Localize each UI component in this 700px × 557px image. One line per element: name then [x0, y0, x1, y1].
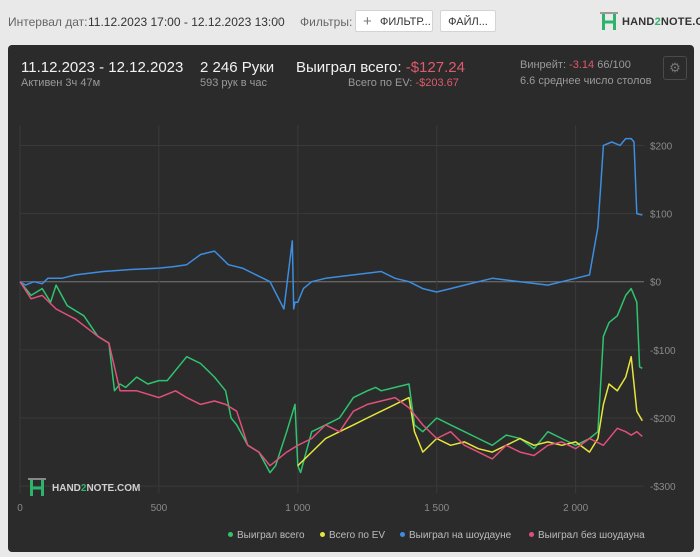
filter-button-label: ФИЛЬТР...	[380, 16, 431, 28]
brand-name: HAND2NOTE.COM	[622, 16, 700, 28]
y-tick-label: -$300	[650, 482, 676, 493]
legend-dot	[529, 532, 534, 537]
legend-label: Выиграл на шоудауне	[409, 530, 512, 541]
top-bar: Интервал дат: 11.12.2023 17:00 - 12.12.2…	[0, 0, 700, 42]
y-tick-label: -$200	[650, 414, 676, 425]
x-tick-label: 0	[17, 503, 23, 514]
legend-item-ev[interactable]: Всего по EV	[320, 530, 385, 541]
legend-label: Выиграл без шоудауна	[538, 530, 645, 541]
legend-label: Выиграл всего	[237, 530, 305, 541]
watermark-text: HAND2NOTE.COM	[52, 483, 141, 494]
legend-item-won[interactable]: Выиграл всего	[228, 530, 305, 541]
series-showdown-line	[19, 137, 643, 310]
legend-label: Всего по EV	[329, 530, 386, 541]
file-button-label: ФАЙЛ...	[448, 16, 488, 28]
brand-logo-icon	[600, 12, 618, 30]
plus-icon: +	[363, 13, 372, 30]
chevron-down-icon[interactable]: ▼	[274, 16, 283, 26]
x-tick-label: 500	[151, 503, 168, 514]
legend-dot	[320, 532, 325, 537]
file-button[interactable]: ФАЙЛ...	[440, 10, 496, 32]
legend-item-nonshowdown[interactable]: Выиграл без шоудауна	[529, 530, 645, 541]
legend-item-showdown[interactable]: Выиграл на шоудауне	[400, 530, 511, 541]
x-tick-label: 1 000	[285, 503, 310, 514]
x-tick-label: 1 500	[424, 503, 449, 514]
y-tick-label: $200	[650, 141, 673, 152]
series-won-line	[19, 281, 643, 474]
bankroll-chart: $200 $100 $0 -$100 -$200 -$300 0 500 1 000 1 500 2…	[17, 125, 676, 514]
series-ev-line	[297, 355, 643, 467]
y-tick-label: $100	[650, 210, 673, 221]
filters-label: Фильтры:	[300, 15, 353, 29]
x-tick-label: 2 000	[563, 503, 588, 514]
date-range-select[interactable]: 11.12.2023 17:00 - 12.12.2023 13:00	[88, 15, 285, 29]
legend-dot	[228, 532, 233, 537]
legend-dot	[400, 532, 405, 537]
series-nonshowdown-line	[19, 281, 643, 467]
watermark-logo-icon	[28, 478, 46, 496]
y-tick-label: -$100	[650, 346, 676, 357]
graph-panel: 11.12.2023 - 12.12.2023 Активен 3ч 47м 2…	[8, 45, 694, 552]
date-range-label: Интервал дат:	[8, 15, 88, 29]
filter-button[interactable]: + ФИЛЬТР...	[355, 10, 433, 32]
watermark: HAND2NOTE.COM	[28, 478, 140, 503]
y-tick-label: $0	[650, 278, 662, 289]
